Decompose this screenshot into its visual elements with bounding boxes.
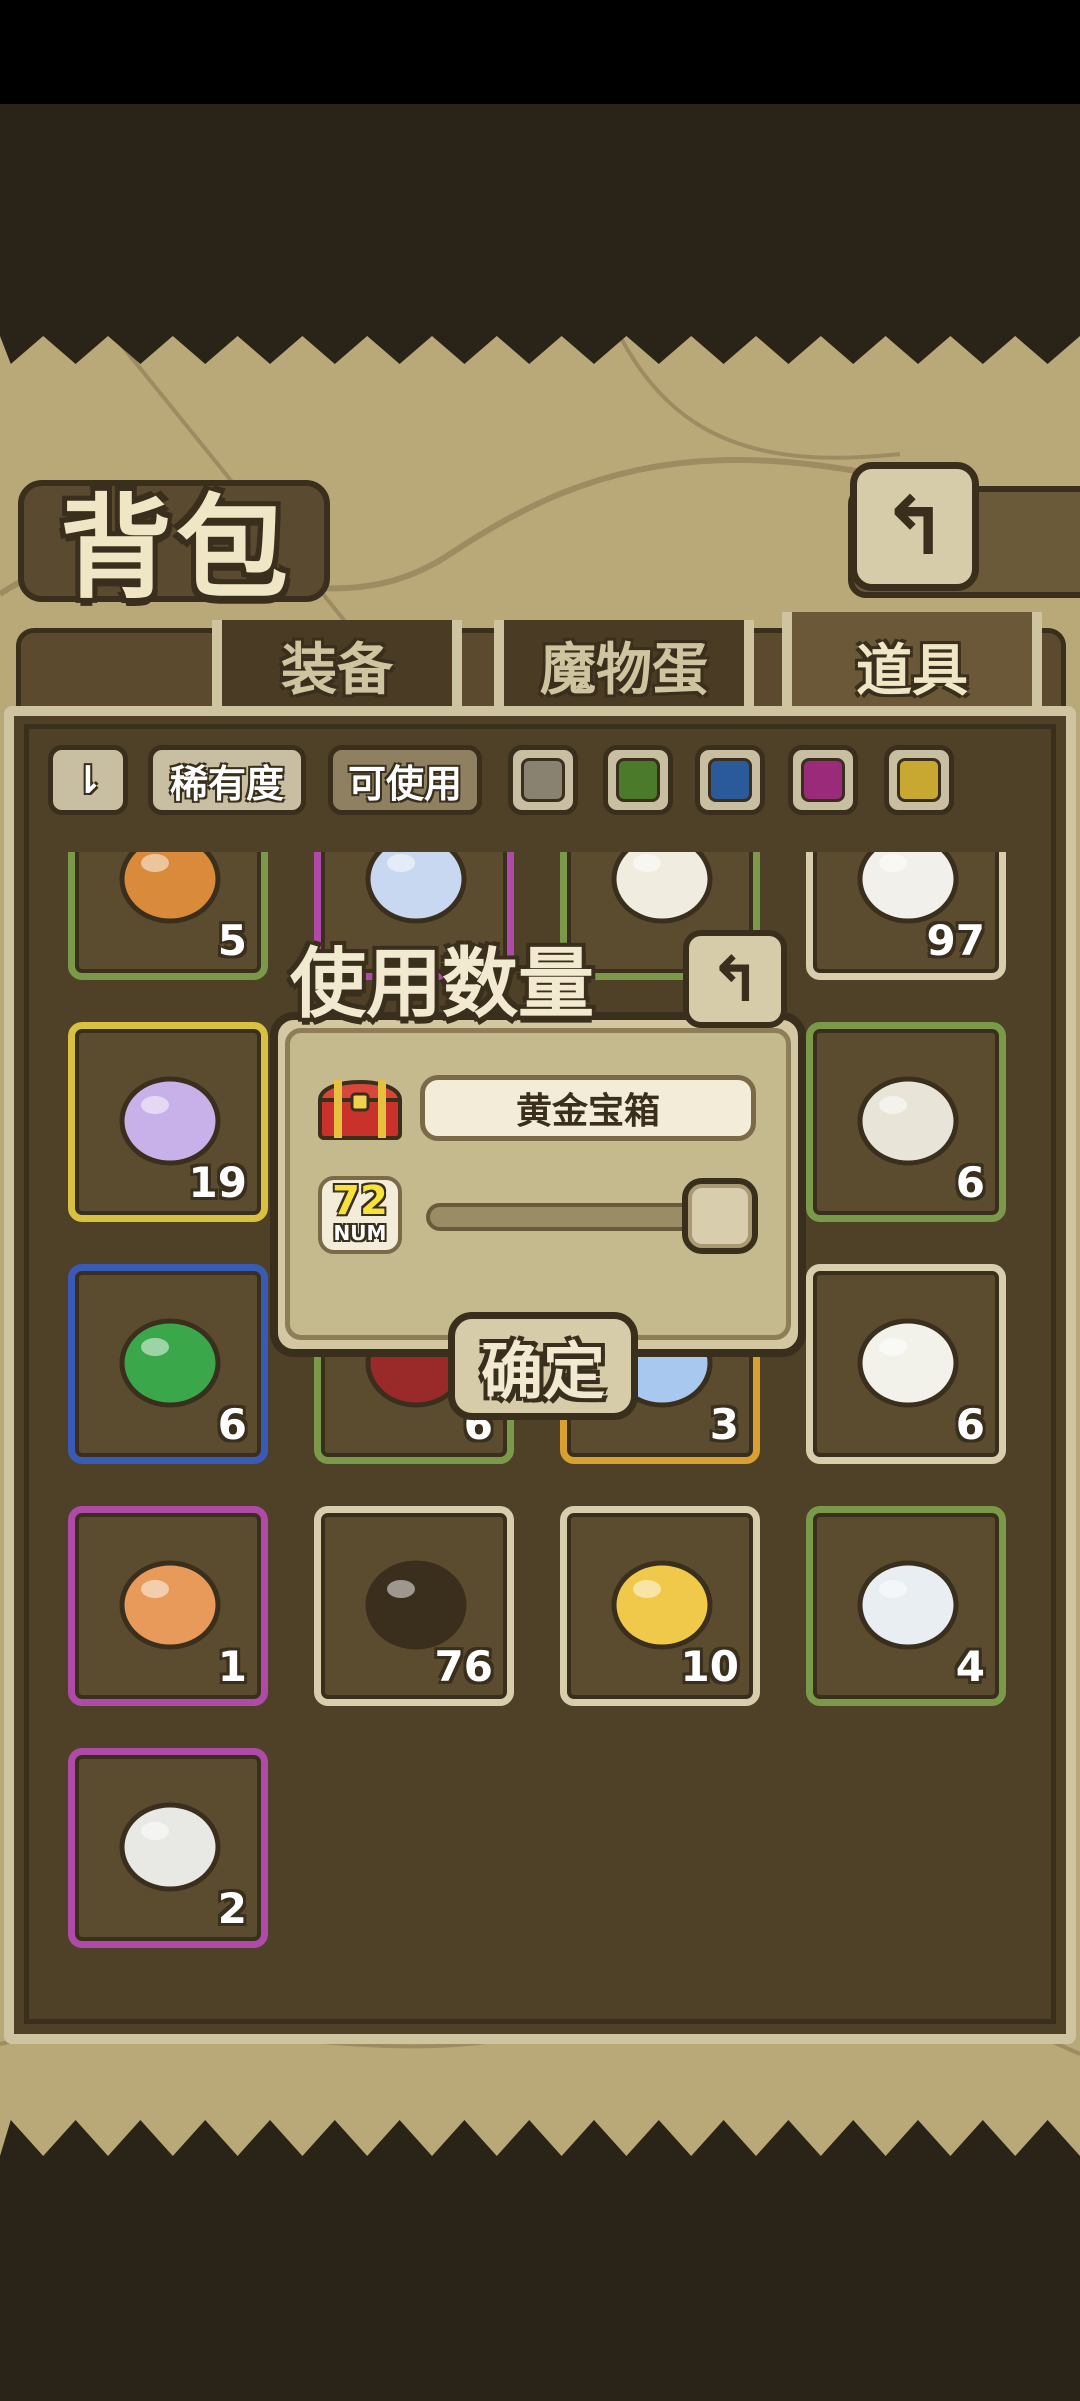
treasure-chest-icon xyxy=(317,1080,403,1140)
swatch-green xyxy=(616,758,660,802)
mooncake-icon xyxy=(105,852,235,937)
item-count: 6 xyxy=(955,1400,985,1449)
dialog-title: 使用数量 xyxy=(290,939,594,1028)
item-count: 6 xyxy=(955,1158,985,1207)
quantity-slider-handle[interactable] xyxy=(682,1178,758,1254)
tab-monster-egg-label: 魔物蛋 xyxy=(540,637,708,703)
radish-icon xyxy=(843,1301,973,1421)
item-slot[interactable]: 6 xyxy=(806,1264,1006,1464)
color-filter-blue[interactable] xyxy=(695,745,765,815)
item-slot[interactable]: 6 xyxy=(68,1264,268,1464)
sort-icon: ⇂ xyxy=(72,758,104,802)
usable-filter-label: 可使用 xyxy=(347,761,462,806)
item-slot[interactable]: 10 xyxy=(560,1506,760,1706)
sort-toggle-button[interactable]: ⇂ xyxy=(48,745,128,815)
tab-equipment-label: 装备 xyxy=(281,637,393,703)
map-background-top xyxy=(0,104,1080,294)
tab-items-label: 道具 xyxy=(856,638,968,704)
item-count: 6 xyxy=(217,1400,247,1449)
item-count: 97 xyxy=(926,916,985,965)
item-slot[interactable]: 2 xyxy=(68,1748,268,1948)
item-slot[interactable]: 76 xyxy=(314,1506,514,1706)
map-background-bottom xyxy=(0,2210,1080,2401)
paw-bowl-icon xyxy=(843,1543,973,1663)
swatch-purple xyxy=(801,758,845,802)
bean-pile-icon xyxy=(597,852,727,937)
tab-equipment[interactable]: 装备 xyxy=(212,620,462,710)
back-arrow-icon: ↰ xyxy=(880,480,949,573)
rice-dumpling-icon xyxy=(843,1059,973,1179)
item-count: 2 xyxy=(217,1884,247,1933)
item-count: 5 xyxy=(217,916,247,965)
item-name-field: 黄金宝箱 xyxy=(420,1075,756,1141)
confirm-label: 确定 xyxy=(480,1335,605,1408)
usable-filter-button[interactable]: 可使用 xyxy=(328,745,482,815)
rarity-filter-label: 稀有度 xyxy=(169,761,284,806)
swatch-gray xyxy=(521,758,565,802)
color-filter-gray[interactable] xyxy=(508,745,578,815)
item-count: 19 xyxy=(188,1158,247,1207)
tab-items[interactable]: 道具 xyxy=(782,612,1042,720)
bear-girl-figure-icon xyxy=(105,1543,235,1663)
page-title: 背包 xyxy=(60,484,292,614)
color-filter-purple[interactable] xyxy=(788,745,858,815)
quantity-badge: 72 NUM xyxy=(318,1176,402,1254)
item-count: 1 xyxy=(217,1642,247,1691)
tab-monster-egg[interactable]: 魔物蛋 xyxy=(494,620,754,710)
quantity-label: NUM xyxy=(333,1221,387,1245)
item-slot[interactable]: 5 xyxy=(68,852,268,980)
item-slot[interactable]: 19 xyxy=(68,1022,268,1222)
quantity-value: 72 xyxy=(332,1178,388,1224)
item-slot[interactable]: 97 xyxy=(806,852,1006,980)
color-filter-gold[interactable] xyxy=(884,745,954,815)
dialog-back-button[interactable]: ↰ xyxy=(683,930,787,1028)
rarity-filter-button[interactable]: 稀有度 xyxy=(148,745,306,815)
green-zongzi-icon xyxy=(105,1301,235,1421)
item-count: 4 xyxy=(955,1642,985,1691)
item-count: 76 xyxy=(434,1642,493,1691)
item-slot[interactable]: 6 xyxy=(806,1022,1006,1222)
back-button[interactable]: ↰ xyxy=(850,462,979,591)
white-ball-icon xyxy=(105,1785,235,1905)
color-filter-green[interactable] xyxy=(603,745,673,815)
item-name-text: 黄金宝箱 xyxy=(515,1091,660,1132)
item-count: 3 xyxy=(709,1400,739,1449)
status-bar xyxy=(0,0,1080,104)
item-slot[interactable]: 4 xyxy=(806,1506,1006,1706)
swatch-blue xyxy=(708,758,752,802)
back-arrow-icon: ↰ xyxy=(709,942,761,1016)
item-slot[interactable]: 1 xyxy=(68,1506,268,1706)
confirm-button[interactable]: 确定 xyxy=(448,1312,638,1420)
item-count: 10 xyxy=(680,1642,739,1691)
swatch-gold xyxy=(897,758,941,802)
